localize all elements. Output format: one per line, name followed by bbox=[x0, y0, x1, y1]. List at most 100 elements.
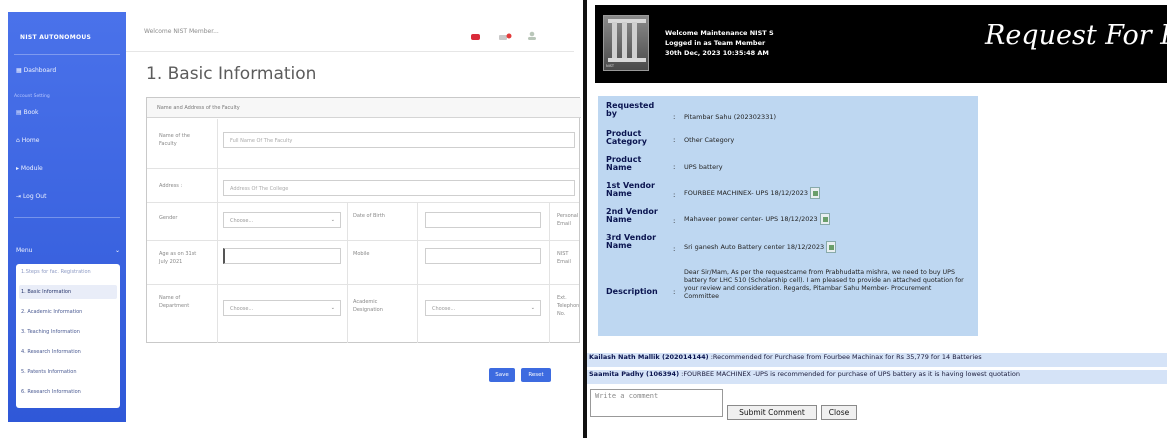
gender-select-value: Choose... bbox=[230, 218, 254, 224]
mobile-input[interactable] bbox=[425, 248, 541, 264]
welcome-text: Welcome NIST Member... bbox=[144, 28, 219, 35]
sidebar-item-home[interactable]: ⌂ Home bbox=[16, 137, 39, 144]
designation-label: Academic Designation bbox=[353, 299, 383, 313]
submenu-item[interactable]: 5. Patents Information bbox=[21, 369, 77, 375]
nist-email-label: NIST Email bbox=[557, 251, 571, 265]
attachment-icon[interactable] bbox=[819, 213, 830, 225]
product-category-label: Product Category bbox=[606, 129, 647, 146]
sidebar-item-book[interactable]: ▤ Book bbox=[16, 109, 39, 116]
gender-select[interactable]: Choose... ⌄ bbox=[223, 212, 341, 228]
sidebar-divider bbox=[14, 54, 120, 55]
sidebar-item-logout[interactable]: ⇥ Log Out bbox=[16, 193, 46, 200]
close-button[interactable]: Close bbox=[821, 405, 857, 420]
dob-label: Date of Birth bbox=[353, 213, 385, 219]
sidebar-heading: Account Setting bbox=[14, 94, 50, 99]
row-divider bbox=[147, 284, 579, 285]
vendor3-value: Sri ganesh Auto Battery center 18/12/202… bbox=[684, 243, 825, 251]
session-date: 30th Dec, 2023 10:35:48 AM bbox=[665, 49, 769, 57]
comment-text: :Recommended for Purchase from Fourbee M… bbox=[710, 353, 982, 361]
column-divider bbox=[217, 119, 218, 343]
institute-logo: NIST bbox=[603, 15, 649, 71]
description-value: Dear Sir/Mam, As per the requestcame fro… bbox=[684, 269, 964, 300]
save-button[interactable]: Save bbox=[489, 368, 515, 382]
sidebar-menu-label: Menu bbox=[16, 247, 33, 254]
faculty-name-label: Name of the Faculty bbox=[159, 133, 190, 147]
vendor2-label: 2nd Vendor Name bbox=[606, 207, 658, 224]
sidebar-divider bbox=[14, 217, 120, 218]
welcome-text: Welcome Maintenance NIST S bbox=[665, 29, 774, 37]
submenu-item[interactable]: 4. Research Information bbox=[21, 349, 81, 355]
submenu-item[interactable]: 6. Research Information bbox=[21, 389, 81, 395]
vendor1-row: FOURBEE MACHINEX- UPS 18/12/2023 bbox=[684, 187, 820, 199]
row-divider bbox=[147, 202, 579, 203]
row-divider bbox=[147, 240, 579, 241]
form-section-title: Name and Address of the Faculty bbox=[157, 105, 240, 111]
comment-text: :FOURBEE MACHINEX -UPS is recommended fo… bbox=[681, 370, 1020, 378]
ext-telephone-label: Ext. Telephone No. bbox=[557, 295, 579, 317]
comment-author: Saamita Padhy (106394) bbox=[589, 370, 680, 378]
request-header: NIST Welcome Maintenance NIST S Logged i… bbox=[595, 5, 1167, 83]
submenu-item[interactable]: 3. Teaching Information bbox=[21, 329, 80, 335]
department-label: Name of Department bbox=[159, 295, 190, 309]
reset-button[interactable]: Reset bbox=[521, 368, 551, 382]
vendor1-label: 1st Vendor Name bbox=[606, 181, 655, 198]
department-select[interactable]: Choose... ⌄ bbox=[223, 300, 341, 316]
sidebar-menu-toggle[interactable]: Menu ⌄ bbox=[8, 245, 126, 259]
sidebar-submenu: 1.Steps for fac. Registration 1. Basic I… bbox=[16, 264, 120, 408]
comment-input[interactable]: Write a comment bbox=[590, 389, 723, 417]
attachment-icon[interactable] bbox=[810, 187, 820, 199]
sidebar-brand: NIST AUTONOMOUS bbox=[20, 34, 92, 41]
chevron-down-icon: ⌄ bbox=[114, 247, 120, 254]
attachment-icon[interactable] bbox=[826, 241, 837, 253]
designation-select-value: Choose... bbox=[432, 306, 456, 312]
sidebar-item-dashboard[interactable]: ▦ Dashboard bbox=[16, 67, 56, 74]
address-label: Address : bbox=[159, 183, 183, 189]
vendor2-row: Mahaveer power center- UPS 18/12/2023 bbox=[684, 213, 830, 225]
user-icon[interactable] bbox=[526, 26, 538, 40]
chevron-down-icon: ⌄ bbox=[330, 305, 335, 311]
faculty-portal-panel: NIST AUTONOMOUS ▦ Dashboard Account Sett… bbox=[0, 0, 583, 438]
chevron-down-icon: ⌄ bbox=[530, 305, 535, 311]
row-divider bbox=[147, 168, 579, 169]
basic-information-form: Name and Address of the Faculty Name of … bbox=[146, 97, 581, 343]
age-label: Age as on 31st July 2021 bbox=[159, 251, 197, 265]
submenu-item-active[interactable]: 1. Basic Information bbox=[21, 289, 71, 295]
request-details: Requested by : Pitambar Sahu (202302331)… bbox=[598, 96, 978, 336]
faculty-name-input[interactable]: Full Name Of The Faculty bbox=[223, 132, 575, 148]
requested-by-label: Requested by bbox=[606, 101, 655, 118]
form-section-header: Name and Address of the Faculty bbox=[147, 98, 581, 118]
age-input[interactable] bbox=[223, 248, 341, 264]
requested-by-value: Pitambar Sahu (202302331) bbox=[684, 113, 776, 121]
top-bar: Welcome NIST Member... bbox=[126, 12, 574, 52]
product-name-label: Product Name bbox=[606, 155, 642, 172]
mobile-label: Mobile bbox=[353, 251, 370, 257]
chat-icon[interactable] bbox=[470, 26, 482, 40]
dob-input[interactable] bbox=[425, 212, 541, 228]
sidebar-item-module[interactable]: ▸ Module bbox=[16, 165, 43, 172]
page-title: 1. Basic Information bbox=[146, 64, 317, 84]
comment-row: Kailash Nath Mallik (202014144) :Recomme… bbox=[587, 353, 1167, 367]
column-divider bbox=[347, 203, 348, 343]
chevron-down-icon: ⌄ bbox=[330, 217, 335, 223]
product-name-value: UPS battery bbox=[684, 163, 723, 171]
submenu-item[interactable]: 1.Steps for fac. Registration bbox=[21, 269, 91, 275]
notification-icon[interactable] bbox=[498, 26, 512, 40]
column-divider bbox=[549, 203, 550, 343]
logged-in-text: Logged in as Team Member bbox=[665, 39, 766, 47]
procurement-panel: NIST Welcome Maintenance NIST S Logged i… bbox=[587, 0, 1167, 438]
comment-author: Kailash Nath Mallik (202014144) bbox=[589, 353, 709, 361]
column-divider bbox=[417, 203, 418, 343]
comment-row: Saamita Padhy (106394) :FOURBEE MACHINEX… bbox=[587, 370, 1167, 384]
personal-email-label: Personal Email bbox=[557, 213, 579, 227]
address-input[interactable]: Address Of The College bbox=[223, 180, 575, 196]
submit-comment-button[interactable]: Submit Comment bbox=[727, 405, 817, 420]
gender-label: Gender bbox=[159, 215, 178, 221]
page-title: Request For Pro bbox=[985, 20, 1167, 51]
designation-select[interactable]: Choose... ⌄ bbox=[425, 300, 541, 316]
vendor3-label: 3rd Vendor Name bbox=[606, 233, 657, 250]
vendor1-value: FOURBEE MACHINEX- UPS 18/12/2023 bbox=[684, 189, 808, 197]
sidebar: NIST AUTONOMOUS ▦ Dashboard Account Sett… bbox=[8, 12, 126, 422]
description-label: Description bbox=[606, 287, 658, 296]
submenu-item[interactable]: 2. Academic Information bbox=[21, 309, 82, 315]
product-category-value: Other Category bbox=[684, 136, 735, 144]
